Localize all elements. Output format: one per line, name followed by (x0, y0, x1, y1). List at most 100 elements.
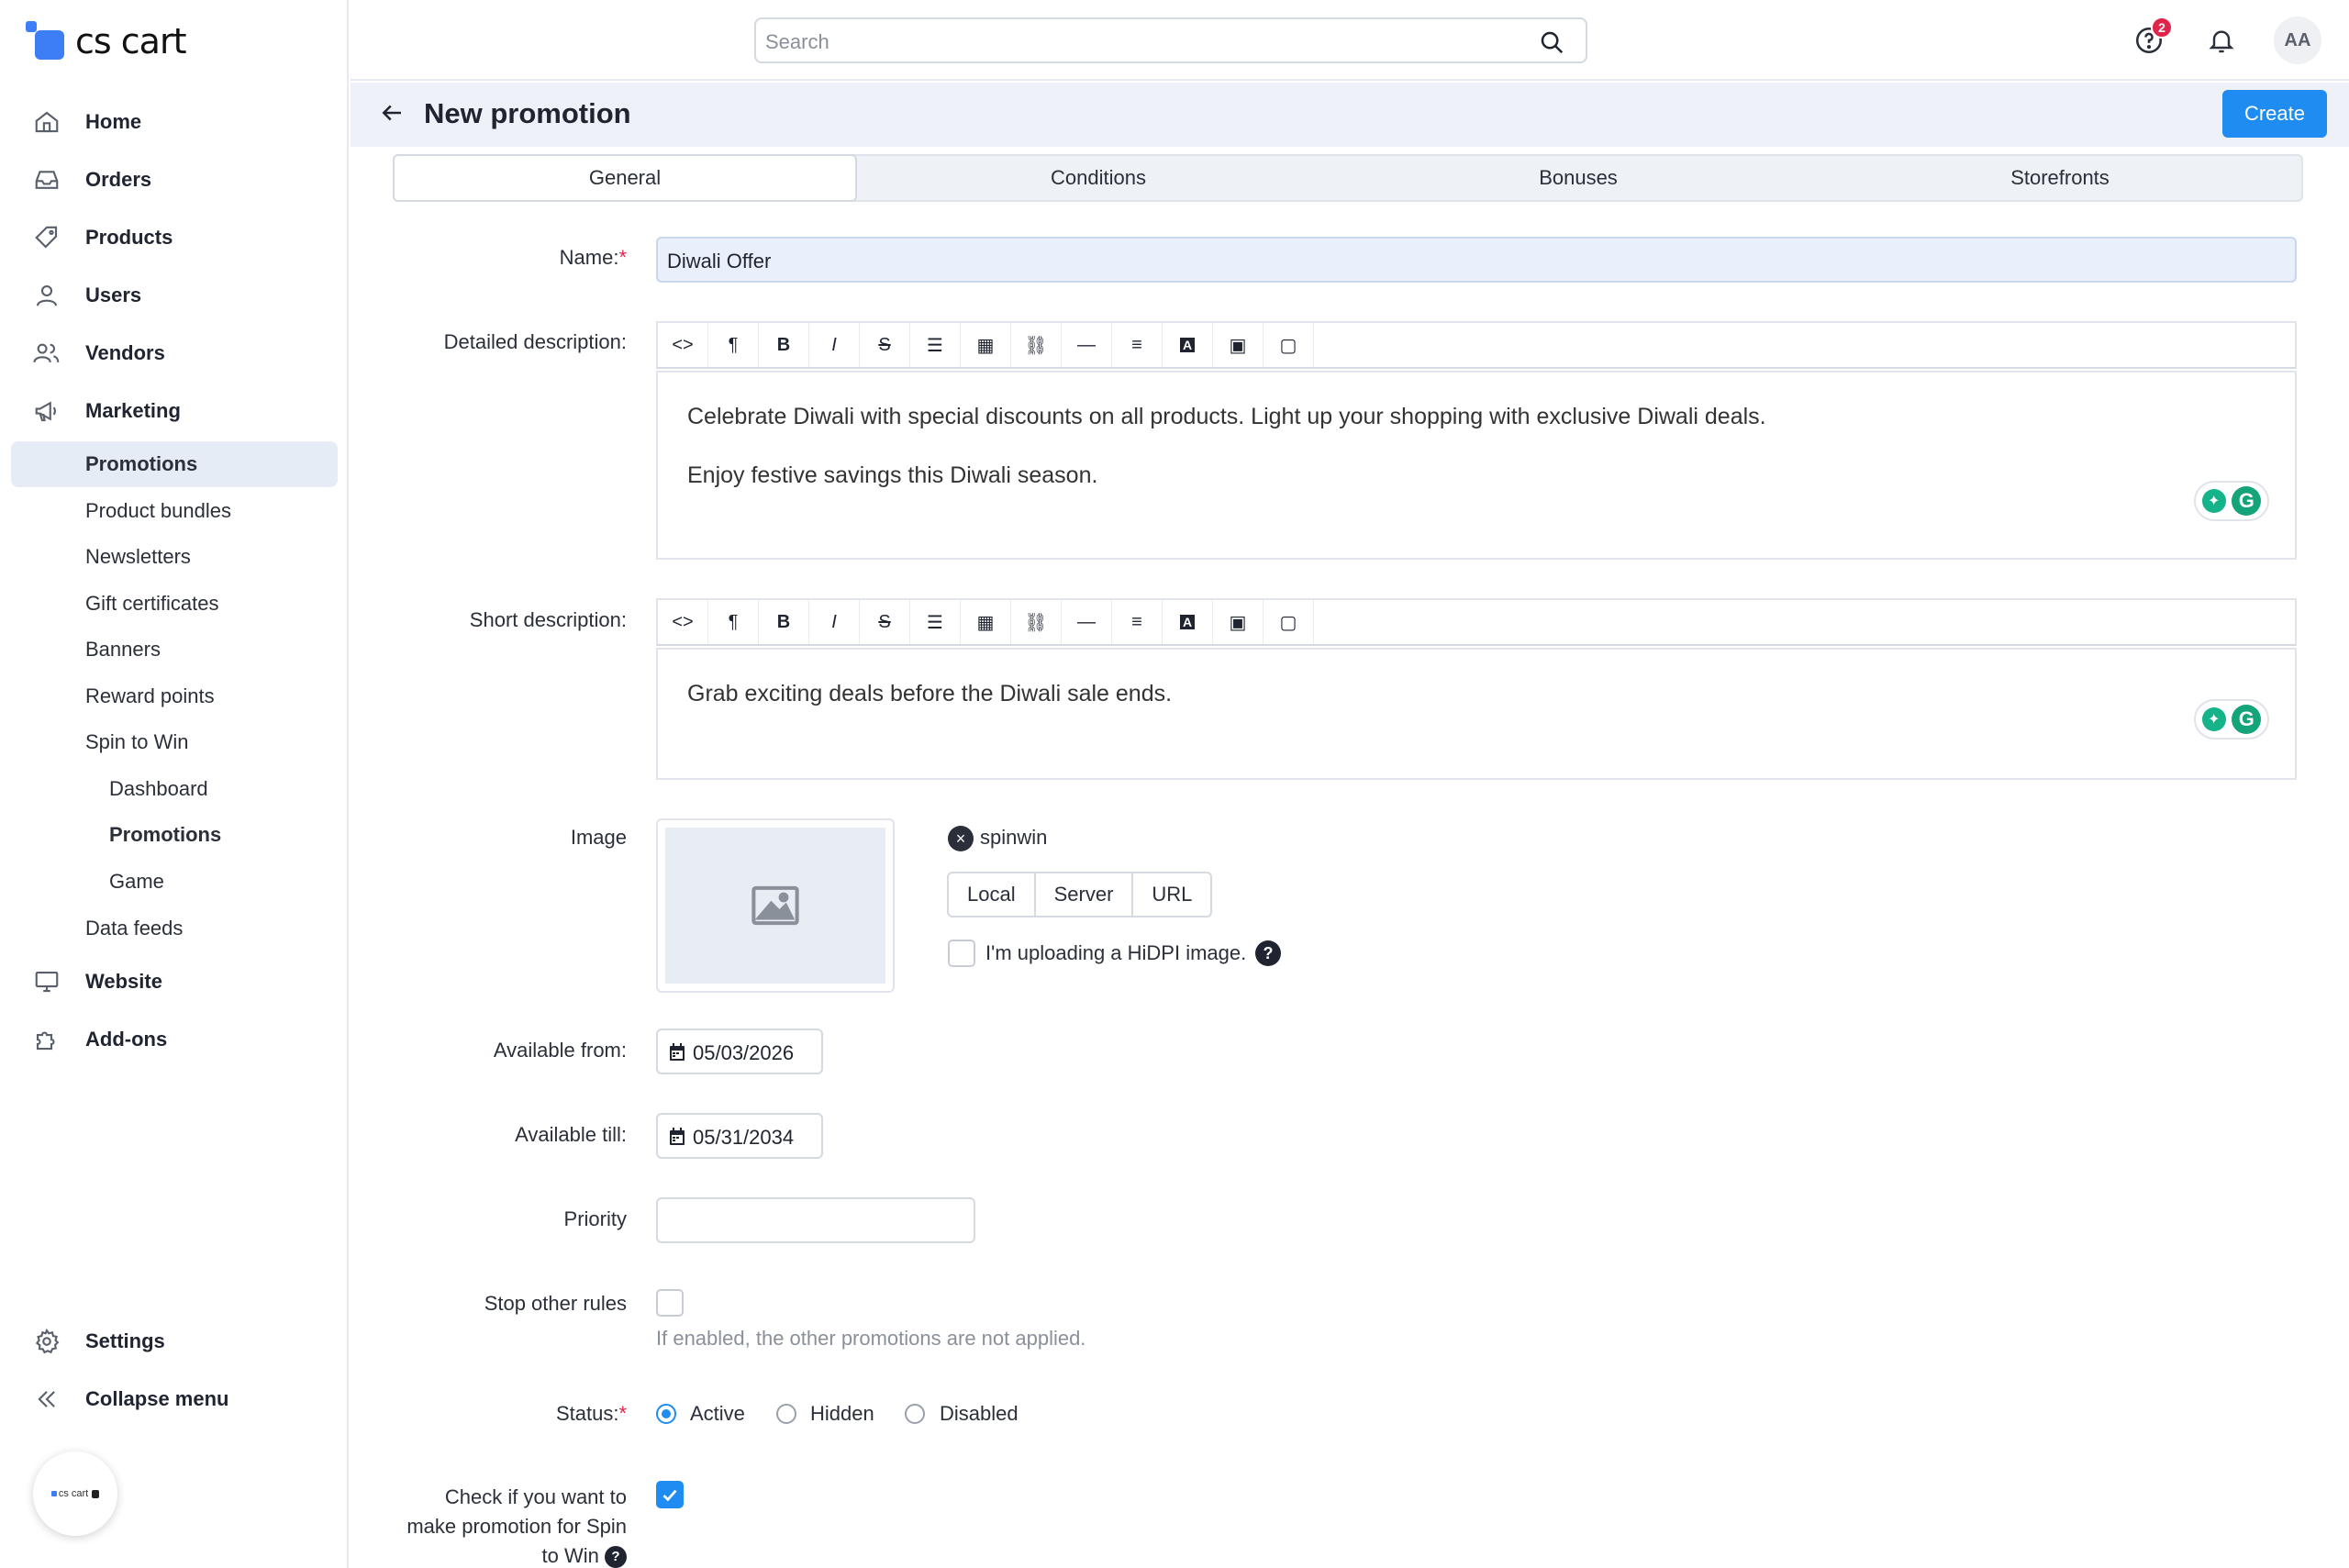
horizontal-rule-icon[interactable]: — (1062, 323, 1112, 367)
tag-icon (31, 222, 62, 253)
page-title: New promotion (424, 97, 631, 129)
grammarly-widget[interactable]: ✦ G (2194, 699, 2269, 740)
text-color-icon[interactable]: A (1163, 323, 1213, 367)
video-icon[interactable]: ▢ (1264, 600, 1314, 644)
spin-to-win-checkbox[interactable] (656, 1481, 684, 1508)
calendar-icon[interactable] (669, 1128, 685, 1151)
sidebar-item-settings[interactable]: Settings (11, 1318, 338, 1364)
sidebar-subitem-newsletters[interactable]: Newsletters (11, 534, 338, 580)
store-badge[interactable]: cs cart (33, 1451, 117, 1536)
tab-general[interactable]: General (393, 154, 857, 202)
image-icon[interactable]: ▣ (1213, 323, 1264, 367)
source-server-button[interactable]: Server (1036, 873, 1134, 916)
sidebar-subitem-label: Banners (85, 638, 161, 661)
sidebar-subitem-gift-certificates[interactable]: Gift certificates (11, 581, 338, 627)
brand-logo[interactable]: cs cart (26, 18, 186, 64)
source-url-button[interactable]: URL (1133, 873, 1210, 916)
sidebar-item-marketing[interactable]: Marketing (11, 388, 338, 434)
sidebar-subitem-data-feeds[interactable]: Data feeds (11, 906, 338, 951)
italic-icon[interactable]: I (809, 323, 860, 367)
status-active-radio[interactable] (656, 1404, 676, 1424)
sidebar-item-addons[interactable]: Add-ons (11, 1017, 338, 1062)
available-from-field[interactable]: 05/03/2026 (656, 1029, 823, 1074)
align-icon[interactable]: ≡ (1112, 323, 1163, 367)
video-icon[interactable]: ▢ (1264, 323, 1314, 367)
source-local-button[interactable]: Local (949, 873, 1036, 916)
text-color-icon[interactable]: A (1163, 600, 1213, 644)
sidebar-item-label: Vendors (85, 341, 165, 364)
available-till-value: 05/31/2034 (693, 1126, 795, 1149)
user-icon (31, 280, 62, 311)
sidebar-subitem-promotions[interactable]: Promotions (11, 441, 338, 487)
link-icon[interactable]: ⛓ (1011, 323, 1062, 367)
bullet-list-icon[interactable]: ☰ (910, 323, 961, 367)
code-view-icon[interactable]: <> (658, 323, 708, 367)
sidebar-spin-game[interactable]: Game (11, 859, 338, 905)
code-view-icon[interactable]: <> (658, 600, 708, 644)
priority-input[interactable] (656, 1197, 975, 1243)
sidebar-subitem-label: Promotions (85, 452, 198, 475)
spin-to-win-label: Check if you want to make promotion for … (373, 1483, 627, 1568)
status-hidden-radio[interactable] (776, 1404, 796, 1424)
sidebar-subitem-banners[interactable]: Banners (11, 627, 338, 673)
brand-name: cs cart (75, 21, 186, 61)
store-badge-tag (92, 1489, 100, 1498)
strikethrough-icon[interactable]: S (860, 323, 910, 367)
sidebar-spin-promotions[interactable]: Promotions (11, 812, 338, 858)
bold-icon[interactable]: B (759, 323, 809, 367)
bell-icon[interactable] (2203, 22, 2240, 59)
sidebar-item-label: Add-ons (85, 1028, 168, 1051)
gear-icon (31, 1326, 62, 1357)
arrow-left-icon[interactable] (378, 99, 406, 131)
horizontal-rule-icon[interactable]: — (1062, 600, 1112, 644)
sidebar-item-website[interactable]: Website (11, 959, 338, 1005)
short-paragraph: Grab exciting deals before the Diwali sa… (687, 681, 1173, 706)
sidebar-item-orders[interactable]: Orders (11, 157, 338, 203)
tab-storefronts[interactable]: Storefronts (1817, 156, 2303, 200)
required-mark: * (618, 1402, 627, 1425)
help-icon[interactable]: ? (1255, 940, 1281, 966)
sidebar-collapse-menu[interactable]: Collapse menu (11, 1376, 338, 1422)
detailed-editor-body[interactable]: Celebrate Diwali with special discounts … (656, 371, 2297, 560)
paragraph-icon[interactable]: ¶ (708, 600, 759, 644)
bold-icon[interactable]: B (759, 600, 809, 644)
sidebar-spin-dashboard[interactable]: Dashboard (11, 766, 338, 812)
users-icon (31, 338, 62, 369)
link-icon[interactable]: ⛓ (1011, 600, 1062, 644)
stop-rules-checkbox[interactable] (656, 1289, 684, 1317)
sidebar-item-products[interactable]: Products (11, 215, 338, 261)
sidebar-item-vendors[interactable]: Vendors (11, 330, 338, 376)
help-icon[interactable]: ? (605, 1546, 627, 1568)
sidebar-subitem-reward-points[interactable]: Reward points (11, 673, 338, 719)
sidebar-item-home[interactable]: Home (11, 99, 338, 145)
hidpi-checkbox[interactable] (948, 940, 975, 967)
sidebar-item-label: Website (85, 970, 162, 993)
search-input[interactable]: Search (754, 17, 1587, 63)
image-source-group: Local Server URL (947, 872, 1213, 917)
grammarly-widget[interactable]: ✦ G (2194, 481, 2269, 521)
user-avatar[interactable]: AA (2274, 17, 2321, 64)
strikethrough-icon[interactable]: S (860, 600, 910, 644)
help-center-icon[interactable]: 2 (2131, 17, 2173, 59)
sidebar-item-label: Products (85, 226, 173, 249)
tab-conditions[interactable]: Conditions (857, 156, 1340, 200)
image-icon[interactable]: ▣ (1213, 600, 1264, 644)
remove-file-icon[interactable]: × (948, 826, 974, 851)
status-disabled-radio[interactable] (905, 1404, 925, 1424)
tab-bonuses[interactable]: Bonuses (1340, 156, 1817, 200)
calendar-icon[interactable] (669, 1043, 685, 1066)
create-button[interactable]: Create (2222, 90, 2327, 138)
table-icon[interactable]: ▦ (961, 323, 1011, 367)
bullet-list-icon[interactable]: ☰ (910, 600, 961, 644)
italic-icon[interactable]: I (809, 600, 860, 644)
sidebar-subitem-spin-to-win[interactable]: Spin to Win (11, 719, 338, 765)
name-field[interactable]: Diwali Offer (656, 237, 2297, 283)
available-till-field[interactable]: 05/31/2034 (656, 1113, 823, 1159)
table-icon[interactable]: ▦ (961, 600, 1011, 644)
align-icon[interactable]: ≡ (1112, 600, 1163, 644)
sidebar-subitem-product-bundles[interactable]: Product bundles (11, 488, 338, 534)
paragraph-icon[interactable]: ¶ (708, 323, 759, 367)
sidebar-item-users[interactable]: Users (11, 272, 338, 318)
short-editor-body[interactable]: Grab exciting deals before the Diwali sa… (656, 648, 2297, 780)
search-icon[interactable] (1538, 28, 1565, 61)
